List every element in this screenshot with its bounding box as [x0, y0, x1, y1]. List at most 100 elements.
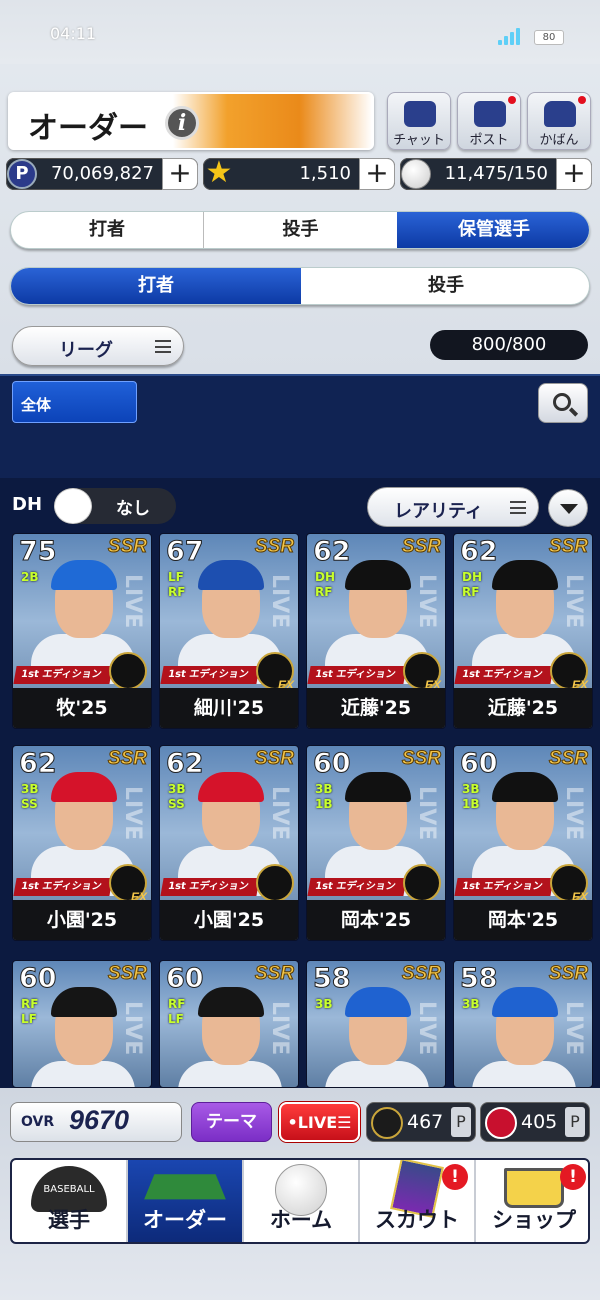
card-positions: DH RF	[462, 570, 482, 600]
cap-icon	[492, 560, 558, 590]
points-black[interactable]: 467 P	[366, 1102, 476, 1142]
skill-emblem-icon	[256, 864, 294, 902]
rarity-badge: SSR	[548, 536, 588, 558]
card-ovr: 60	[313, 748, 352, 780]
points-red[interactable]: 405 P	[480, 1102, 590, 1142]
subtab-pitcher[interactable]: 投手	[301, 268, 589, 304]
rarity-badge: SSR	[548, 963, 588, 985]
nav-home[interactable]: ホーム	[244, 1160, 360, 1242]
page-title-banner: オーダー i	[8, 92, 374, 150]
player-card[interactable]: 60 3B 1B SSR LIVE 1st エディション EX 岡本'25	[453, 745, 593, 941]
card-ovr: 62	[166, 748, 205, 780]
live-button[interactable]: •LIVE☰	[279, 1102, 360, 1142]
chat-button[interactable]: チャット	[387, 92, 451, 150]
card-position: 3B	[315, 997, 333, 1011]
field-icon	[144, 1174, 226, 1200]
player-card[interactable]: 67 LF RF SSR LIVE 1st エディション EX 細川'25	[159, 533, 299, 729]
points-value: 467	[407, 1111, 444, 1133]
card-ovr: 58	[313, 963, 352, 995]
bag-button[interactable]: かばん	[527, 92, 591, 150]
nav-order[interactable]: オーダー	[128, 1160, 244, 1242]
subtab-batter[interactable]: 打者	[11, 268, 301, 304]
player-card[interactable]: 60 RF LF SSR LIVE	[159, 960, 299, 1088]
card-ovr: 60	[166, 963, 205, 995]
card-name: 細川'25	[160, 688, 298, 728]
player-card[interactable]: 60 3B 1B SSR LIVE 1st エディション 岡本'25	[306, 745, 446, 941]
skill-emblem-icon: EX	[550, 652, 588, 692]
p-coin-icon: P	[7, 159, 37, 189]
cap-icon	[492, 772, 558, 802]
post-button[interactable]: ポスト	[457, 92, 521, 150]
edition-badge: 1st エディション	[13, 878, 113, 896]
cap-icon	[198, 987, 264, 1017]
all-filter-button[interactable]: 全体	[12, 381, 137, 423]
nav-label: ホーム	[269, 1208, 333, 1232]
rarity-badge: SSR	[401, 963, 441, 985]
tab-storage[interactable]: 保管選手	[397, 212, 589, 248]
card-position: 3B	[315, 782, 333, 796]
nav-players[interactable]: BASEBALL 選手	[12, 1160, 128, 1242]
player-card[interactable]: 62 DH RF SSR LIVE 1st エディション EX 近藤'25	[453, 533, 593, 729]
search-button[interactable]	[538, 383, 588, 423]
currency-value: 70,069,827	[50, 163, 154, 184]
sort-order-button[interactable]	[548, 489, 588, 527]
card-name: 小園'25	[160, 900, 298, 940]
card-position: DH	[315, 570, 336, 584]
rarity-badge: SSR	[107, 963, 147, 985]
card-positions: 3B 1B	[315, 782, 333, 812]
card-name: 牧'25	[13, 688, 151, 728]
search-icon	[553, 393, 571, 411]
live-watermark: LIVE	[120, 574, 145, 629]
card-ovr: 62	[460, 536, 499, 568]
nav-label: オーダー	[143, 1208, 227, 1232]
rarity-badge: SSR	[548, 748, 588, 770]
cap-icon	[345, 560, 411, 590]
live-watermark: LIVE	[561, 786, 586, 841]
card-name: 近藤'25	[454, 688, 592, 728]
player-card[interactable]: 75 2B SSR LIVE 1st エディション 牧'25	[12, 533, 152, 729]
theme-button[interactable]: テーマ	[191, 1102, 272, 1142]
player-card[interactable]: 62 DH RF SSR LIVE 1st エディション EX 近藤'25	[306, 533, 446, 729]
nav-label: ショップ	[492, 1208, 576, 1232]
player-card[interactable]: 60 RF LF SSR LIVE	[12, 960, 152, 1088]
cap-icon	[51, 560, 117, 590]
card-position: LF	[168, 570, 184, 584]
live-watermark: LIVE	[267, 786, 292, 841]
edition-badge: 1st エディション	[454, 666, 554, 684]
player-card[interactable]: 58 3B SSR LIVE	[306, 960, 446, 1088]
card-position: 3B	[462, 782, 480, 796]
points-unit: P	[565, 1107, 585, 1137]
tab-batter[interactable]: 打者	[11, 212, 204, 248]
dh-toggle[interactable]: なし	[54, 488, 176, 524]
nav-scout[interactable]: ! スカウト	[360, 1160, 476, 1242]
tab-pitcher[interactable]: 投手	[204, 212, 397, 248]
nav-shop[interactable]: ! ショップ	[476, 1160, 588, 1242]
player-card[interactable]: 62 3B SS SSR LIVE 1st エディション 小園'25	[159, 745, 299, 941]
live-watermark: LIVE	[120, 786, 145, 841]
rarity-sort-button[interactable]: レアリティ	[367, 487, 539, 527]
league-filter-button[interactable]: リーグ	[12, 326, 184, 366]
cap-icon	[51, 772, 117, 802]
edition-badge: 1st エディション	[307, 666, 407, 684]
card-positions: 2B	[21, 570, 39, 585]
live-watermark: LIVE	[267, 1001, 292, 1056]
live-watermark: LIVE	[561, 574, 586, 629]
alert-badge: !	[442, 1164, 468, 1190]
card-positions: RF LF	[21, 997, 38, 1027]
player-card[interactable]: 62 3B SS SSR LIVE 1st エディション EX 小園'25	[12, 745, 152, 941]
player-card[interactable]: 58 3B SSR LIVE	[453, 960, 593, 1088]
add-currency-button[interactable]: +	[162, 158, 198, 190]
skill-emblem-icon: EX	[256, 652, 294, 692]
add-currency-button[interactable]: +	[556, 158, 592, 190]
ovr-label: OVR	[21, 1114, 55, 1130]
chevron-down-icon	[560, 504, 578, 514]
notification-dot	[578, 96, 586, 104]
cap-text: BASEBALL	[43, 1184, 95, 1195]
nav-label: 選手	[48, 1208, 90, 1232]
card-position: RF	[21, 997, 39, 1011]
info-icon[interactable]: i	[165, 106, 199, 140]
rarity-badge: SSR	[254, 536, 294, 558]
currency-p: P 70,069,827 +	[6, 158, 198, 190]
cap-icon	[492, 987, 558, 1017]
add-currency-button[interactable]: +	[359, 158, 395, 190]
